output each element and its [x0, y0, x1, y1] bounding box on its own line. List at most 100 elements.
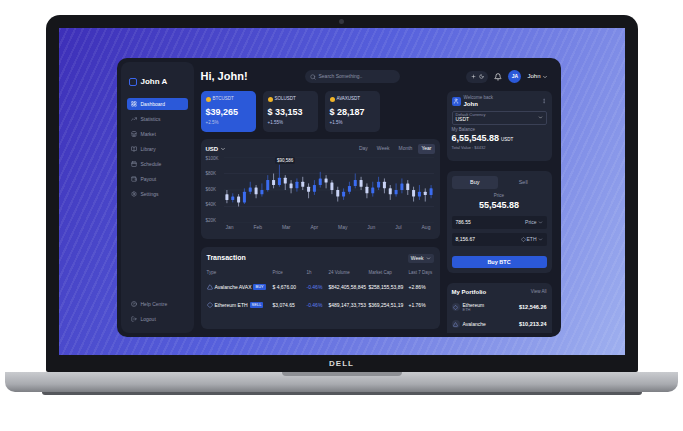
candle [365, 183, 368, 198]
webcam-icon [339, 19, 344, 24]
sidebar-header: John A [127, 76, 188, 88]
coin-icon [206, 97, 211, 102]
candle [231, 193, 234, 202]
candle [423, 188, 426, 201]
sidebar-footer-item[interactable]: Logout [127, 313, 188, 325]
currency-select[interactable]: USD [206, 145, 227, 154]
chart-tooltip: $90,586 [275, 157, 295, 164]
sidebar-item[interactable]: Library [127, 143, 188, 155]
ticker-change: +1.55% [268, 120, 313, 127]
nav-icon [131, 176, 137, 182]
candle [295, 178, 298, 191]
sidebar-item[interactable]: Payout [127, 173, 188, 185]
nav-icon [131, 116, 137, 122]
sidebar: John A Dashboard Statistics Market Library Sc… [121, 62, 194, 333]
ticker-card[interactable]: SOLUSDT$ 33,153+1.55% [263, 91, 318, 132]
trade-price: 55,545.88 [452, 199, 547, 213]
currency-select[interactable]: Default CurrencyUSDT [452, 111, 547, 125]
portfolio-row[interactable]: EthereumETH$12,546.26 [452, 300, 547, 314]
candle [400, 178, 403, 193]
coin-icon [452, 303, 460, 311]
greeting: Hi, John! [201, 68, 305, 85]
period-select[interactable]: Week [408, 254, 434, 264]
coin-icon [268, 97, 273, 102]
sidebar-item[interactable]: Statistics [127, 113, 188, 125]
sidebar-footer-item[interactable]: Help Centre [127, 298, 188, 310]
nav-icon [131, 101, 137, 107]
coin-icon [207, 302, 213, 308]
range-tab[interactable]: Month [395, 144, 415, 154]
theme-toggle[interactable] [466, 71, 488, 83]
table-header: TypePrice1h24 VolumeMarket CapLast 7 Day… [207, 270, 434, 277]
coin-icon [452, 320, 460, 328]
trade-tabs: BuySell [452, 176, 547, 189]
right-column: Welcome backJohnDefault CurrencyUSDTMy B… [447, 91, 552, 333]
brand-logo: DELL [329, 358, 354, 370]
search-box[interactable]: Search Something.. [305, 70, 400, 83]
candle [237, 194, 240, 206]
sidebar-item[interactable]: Settings [127, 188, 188, 200]
candle [318, 172, 321, 188]
screen: John A Dashboard Statistics Market Library Sc… [59, 28, 625, 355]
candle [417, 185, 420, 200]
eth-icon [521, 237, 526, 242]
total-value: Total Value : $4432 [452, 146, 547, 150]
ticker-card[interactable]: AVAXUSDT$ 28,187+1.5% [325, 91, 380, 132]
view-all-link[interactable]: View All [531, 289, 547, 296]
transaction-title: Transaction [207, 253, 246, 264]
candle [330, 180, 333, 194]
table-row[interactable]: Avalanche AVAXBUY$ 4,676.00-0.46%$842,40… [207, 280, 434, 294]
candle [359, 177, 362, 190]
sidebar-title: John A [141, 76, 168, 88]
balance: 6,55,545.88USDT [452, 132, 547, 146]
page: John A Dashboard Statistics Market Library Sc… [0, 0, 683, 431]
candle [248, 182, 251, 194]
range-tab[interactable]: Year [418, 144, 434, 154]
range-tab[interactable]: Week [374, 144, 393, 154]
x-axis: JanFebMarAprMayJunJulAug [206, 225, 435, 230]
candle [371, 182, 374, 197]
candle [324, 175, 327, 188]
trade-input[interactable]: 786.55Price [452, 216, 547, 229]
more-icon[interactable] [541, 98, 547, 104]
candle [429, 185, 432, 198]
ticker-price: $ 28,187 [330, 106, 375, 120]
candle [353, 174, 356, 189]
buy-button[interactable]: Buy BTC [452, 256, 547, 268]
trade-input[interactable]: 8,156.67ETH [452, 233, 547, 246]
candle [272, 174, 275, 189]
ticker-card[interactable]: BTCUSDT$39,265+2.5% [201, 91, 256, 132]
laptop-lid: John A Dashboard Statistics Market Library Sc… [46, 15, 638, 372]
ticker-price: $39,265 [206, 106, 251, 120]
candle [254, 185, 257, 198]
sidebar-item[interactable]: Dashboard [127, 98, 188, 110]
trade-card: BuySellPrice55,545.88786.55Price8,156.67… [447, 171, 552, 273]
main: Hi, John!Search Something.. JA John BTCUSDT… [201, 62, 552, 333]
range-tab[interactable]: Day [356, 144, 371, 154]
table-row[interactable]: Ethereum ETHSELL$3,074.65-0.46%$489,147,… [207, 298, 434, 312]
candle [312, 180, 315, 195]
candle [260, 183, 263, 196]
portfolio-row[interactable]: Avalanche$10,213.24 [452, 317, 547, 331]
ticker-change: +2.5% [206, 120, 251, 127]
sidebar-item[interactable]: Schedule [127, 158, 188, 170]
chevron-down-icon [220, 146, 226, 152]
avatar[interactable]: JA [508, 70, 521, 83]
y-axis: $100K$80K$60K$40K$20K [206, 157, 224, 223]
help-icon [131, 301, 137, 307]
bell-icon[interactable] [494, 73, 502, 81]
candle [388, 185, 391, 200]
sidebar-item[interactable]: Market [127, 128, 188, 140]
user-menu[interactable]: John [527, 72, 547, 81]
trade-tab[interactable]: Sell [500, 176, 547, 189]
wallet-card: Welcome backJohnDefault CurrencyUSDTMy B… [447, 91, 552, 161]
nav-icon [131, 191, 137, 197]
logo-icon [129, 78, 137, 86]
candle [336, 187, 339, 202]
trade-tab[interactable]: Buy [452, 176, 499, 189]
nav-icon [131, 131, 137, 137]
ticker-change: +1.5% [330, 120, 375, 127]
candle [382, 178, 385, 193]
laptop-base [5, 372, 678, 392]
chevron-down-icon [542, 74, 548, 80]
